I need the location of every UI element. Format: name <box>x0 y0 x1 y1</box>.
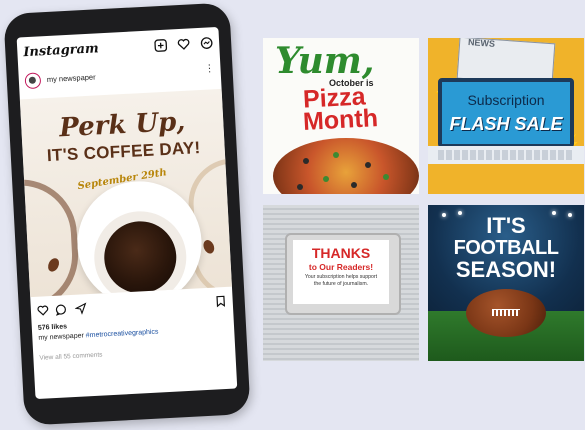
messenger-icon[interactable] <box>200 36 214 50</box>
post-actions <box>37 295 227 319</box>
laptop-keyboard <box>438 150 574 160</box>
pepper-topping <box>333 152 339 158</box>
caption-user[interactable]: my newspaper <box>38 332 84 341</box>
thanks-readers-tile: THANKS to Our Readers! Your subscription… <box>263 205 419 361</box>
coffee-day-post-image: Perk Up, IT'S COFFEE DAY! September 29th <box>19 88 232 298</box>
football-title: FOOTBALL <box>453 237 559 259</box>
olive-topping <box>365 162 371 168</box>
football-icon <box>466 289 546 337</box>
football-its: IT'S <box>486 213 526 238</box>
subscription-text: Subscription <box>467 92 545 108</box>
news-label: NEWS <box>467 38 496 49</box>
view-comments-link[interactable]: View all 55 comments <box>39 351 102 361</box>
coffee <box>102 219 179 296</box>
profile-handle[interactable]: my newspaper <box>47 72 96 84</box>
avatar[interactable] <box>24 72 42 90</box>
pizza-yum-text: Yum, <box>275 40 375 82</box>
instagram-header: Instagram <box>23 35 214 63</box>
month-title: Month <box>302 104 379 136</box>
coffee-cup <box>74 178 205 298</box>
subscription-note: Your subscription helps support the futu… <box>304 274 378 287</box>
new-post-icon[interactable] <box>154 39 168 53</box>
pizza-image <box>273 138 419 194</box>
season-title: SEASON! <box>455 257 557 282</box>
pizza-month-tile: Yum, October is Pizza Month <box>263 38 419 194</box>
saucer <box>91 209 189 298</box>
readers-subtitle: to Our Readers! <box>308 262 374 272</box>
phone-mockup: Instagram my newspaper ⋮ Perk Up, IT'S C… <box>3 2 251 426</box>
tablet-screen: THANKS to Our Readers! Your subscription… <box>293 240 389 304</box>
heart-icon[interactable] <box>177 37 191 51</box>
olive-topping <box>297 184 303 190</box>
subscription-flash-sale-tile: NEWS ⚡ ⚡ Subscription FLASH SALE <box>428 38 584 194</box>
decorative-swirl <box>19 176 81 298</box>
instagram-logo: Instagram <box>23 41 100 61</box>
header-icons <box>154 36 214 52</box>
tablet-graphic: THANKS to Our Readers! Your subscription… <box>285 233 401 315</box>
football-season-tile: IT'S FOOTBALL SEASON! <box>428 205 584 361</box>
thanks-title: THANKS <box>311 245 371 261</box>
more-icon[interactable]: ⋮ <box>204 63 215 76</box>
like-count[interactable]: 576 likes <box>38 323 68 332</box>
olive-topping <box>303 158 309 164</box>
olive-topping <box>351 182 357 188</box>
post-profile[interactable]: my newspaper ⋮ <box>24 63 215 91</box>
pepper-topping <box>383 174 389 180</box>
football-laces <box>492 309 520 316</box>
instagram-screen: Instagram my newspaper ⋮ Perk Up, IT'S C… <box>16 26 238 400</box>
pepper-topping <box>323 176 329 182</box>
caption-hashtag[interactable]: #metrocreativegraphics <box>86 329 159 340</box>
flash-sale-text: FLASH SALE <box>449 114 563 134</box>
laptop-screen: Subscription FLASH SALE <box>438 78 574 148</box>
